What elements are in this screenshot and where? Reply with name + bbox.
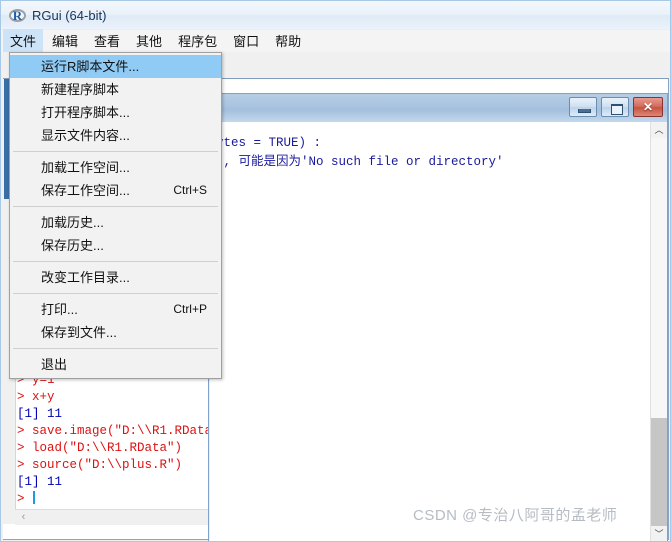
menu-separator — [13, 151, 218, 152]
child-scroll-track[interactable] — [651, 418, 667, 526]
menu-item-label: 打印... — [41, 302, 78, 317]
file-menu-popup: 运行R脚本文件... 新建程序脚本 打开程序脚本... 显示文件内容... 加载… — [9, 52, 222, 379]
menu-file[interactable]: 文件 — [3, 29, 44, 53]
close-button[interactable]: ✕ — [633, 97, 663, 117]
menu-item-load-history[interactable]: 加载历史... — [10, 211, 221, 234]
console-line: > source("D:\\plus.R") — [17, 458, 183, 472]
console-line: > load("D:\\R1.RData") — [17, 441, 183, 455]
menu-item-exit[interactable]: 退出 — [10, 353, 221, 376]
menu-item-label: 保存工作空间... — [41, 183, 130, 198]
menu-item-label: 保存到文件... — [41, 325, 117, 340]
menu-item-label: 打开程序脚本... — [41, 105, 130, 120]
r-logo-letter: R — [12, 7, 23, 23]
error-child-window: ✕ ytes = TRUE) : ', 可能是因为'No such file o… — [208, 93, 668, 541]
menu-packages[interactable]: 程序包 — [171, 29, 224, 53]
text-caret — [33, 491, 36, 504]
maximize-button[interactable] — [601, 97, 629, 117]
scroll-up-arrow-icon[interactable]: ︿ — [651, 122, 667, 138]
menu-misc[interactable]: 其他 — [129, 29, 169, 53]
menu-bar: 文件 编辑 查看 其他 程序包 窗口 帮助 — [1, 29, 670, 53]
menu-help[interactable]: 帮助 — [268, 29, 308, 53]
close-icon: ✕ — [642, 100, 654, 114]
menu-item-label: 运行R脚本文件... — [41, 59, 140, 74]
menu-windows[interactable]: 窗口 — [226, 29, 266, 53]
menu-item-print[interactable]: 打印... Ctrl+P — [10, 298, 221, 321]
menu-item-label: 改变工作目录... — [41, 270, 130, 285]
child-window-controls: ✕ — [569, 97, 663, 117]
menu-separator — [13, 206, 218, 207]
menu-view[interactable]: 查看 — [87, 29, 127, 53]
console-line: [1] 11 — [17, 407, 63, 421]
console-prompt: > — [17, 492, 33, 506]
menu-item-label: 显示文件内容... — [41, 128, 130, 143]
menu-item-display-file[interactable]: 显示文件内容... — [10, 124, 221, 147]
r-logo-icon: R — [9, 7, 26, 24]
menu-item-label: 加载历史... — [41, 215, 104, 230]
menu-edit[interactable]: 编辑 — [45, 29, 85, 53]
minimize-icon — [578, 109, 591, 113]
title-bar[interactable]: R RGui (64-bit) — [1, 1, 670, 30]
maximize-icon — [611, 104, 623, 115]
menu-item-label: 加载工作空间... — [41, 160, 130, 175]
menu-separator — [13, 261, 218, 262]
error-message-text: ytes = TRUE) : ', 可能是因为'No such file or … — [216, 136, 504, 169]
child-vertical-scrollbar[interactable]: ︿ ﹀ — [650, 122, 667, 541]
console-line: > save.image("D:\\R1.RData") — [17, 424, 228, 438]
menu-item-open-script[interactable]: 打开程序脚本... — [10, 101, 221, 124]
console-line: [1] 11 — [17, 475, 63, 489]
menu-item-save-workspace[interactable]: 保存工作空间... Ctrl+S — [10, 179, 221, 202]
console-line: > x+y — [17, 390, 55, 404]
menu-item-label: 退出 — [41, 357, 68, 372]
csdn-watermark: CSDN @专治八阿哥的孟老师 — [413, 507, 618, 524]
menu-item-accelerator: Ctrl+S — [173, 183, 207, 197]
menu-item-save-to-file[interactable]: 保存到文件... — [10, 321, 221, 344]
child-scroll-thumb[interactable] — [651, 138, 667, 418]
scroll-left-arrow-icon[interactable]: ‹ — [17, 511, 30, 524]
minimize-button[interactable] — [569, 97, 597, 117]
menu-item-new-script[interactable]: 新建程序脚本 — [10, 78, 221, 101]
menu-separator — [13, 348, 218, 349]
child-window-titlebar[interactable]: ✕ — [209, 94, 667, 122]
child-window-body: ytes = TRUE) : ', 可能是因为'No such file or … — [210, 122, 666, 541]
menu-item-label: 保存历史... — [41, 238, 104, 253]
menu-item-run-r-script[interactable]: 运行R脚本文件... — [10, 55, 221, 78]
menu-item-load-workspace[interactable]: 加载工作空间... — [10, 156, 221, 179]
menu-item-change-dir[interactable]: 改变工作目录... — [10, 266, 221, 289]
rgui-main-window: R RGui (64-bit) 文件 编辑 查看 其他 程序包 窗口 帮助 > … — [0, 0, 671, 542]
window-title: RGui (64-bit) — [32, 7, 107, 23]
scroll-down-arrow-icon[interactable]: ﹀ — [651, 526, 667, 541]
menu-separator — [13, 293, 218, 294]
menu-item-accelerator: Ctrl+P — [173, 302, 207, 316]
menu-item-save-history[interactable]: 保存历史... — [10, 234, 221, 257]
menu-item-label: 新建程序脚本 — [41, 82, 120, 97]
